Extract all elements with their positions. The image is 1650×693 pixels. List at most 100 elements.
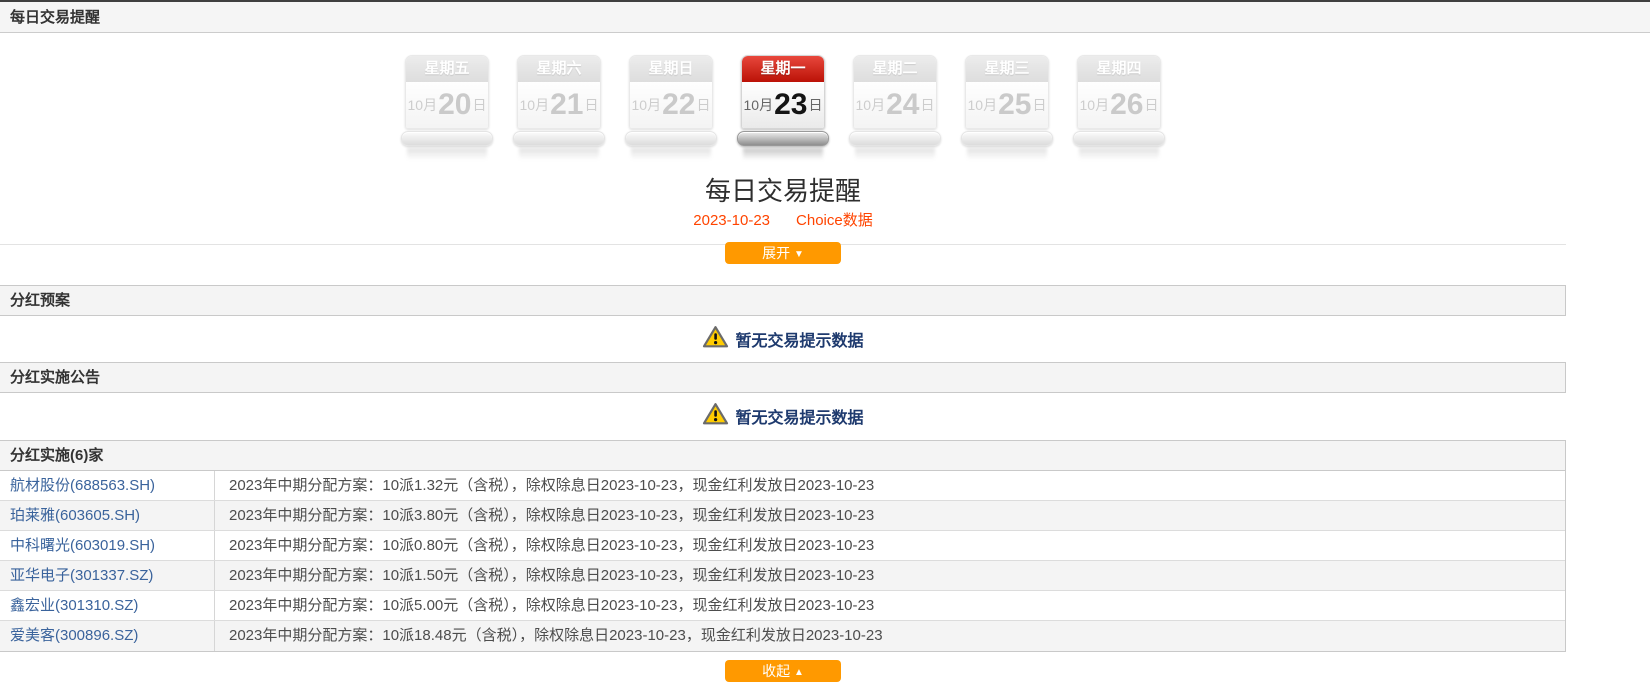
table-row: 航材股份(688563.SH) 2023年中期分配方案：10派1.32元（含税）… bbox=[0, 471, 1565, 501]
summary-subtitle: 2023-10-23 Choice数据 bbox=[0, 210, 1566, 232]
calendar-date: 10月 23 日 bbox=[742, 82, 824, 128]
page-title: 每日交易提醒 bbox=[0, 0, 1650, 33]
expand-button[interactable]: 展开 ▼ bbox=[725, 242, 841, 264]
stock-link[interactable]: 珀莱雅(603605.SH) bbox=[10, 507, 140, 524]
calendar-sheet: 星期六 10月 21 日 bbox=[517, 55, 601, 129]
dividend-table: 分红实施(6)家 航材股份(688563.SH) 2023年中期分配方案：10派… bbox=[0, 440, 1566, 652]
calendar-weekday: 星期五 bbox=[406, 56, 488, 82]
calendar-card-reflection bbox=[967, 148, 1047, 160]
calendar-day-suffix: 日 bbox=[920, 97, 935, 113]
calendar-weekday: 星期日 bbox=[630, 56, 712, 82]
expand-button-label: 展开 bbox=[762, 245, 791, 261]
calendar-sheet: 星期五 10月 20 日 bbox=[405, 55, 489, 129]
calendar-day-suffix: 日 bbox=[584, 97, 599, 113]
calendar-day-card[interactable]: 星期五 10月 20 日 bbox=[401, 55, 493, 160]
calendar-weekday: 星期二 bbox=[854, 56, 936, 82]
calendar-day-number: 25 bbox=[998, 88, 1032, 121]
section-dividend-announcement: 分红实施公告 bbox=[0, 362, 1566, 393]
summary-source: Choice数据 bbox=[796, 212, 873, 229]
calendar-day-suffix: 日 bbox=[1144, 97, 1159, 113]
stock-link[interactable]: 鑫宏业(301310.SZ) bbox=[10, 597, 138, 614]
calendar-sheet: 星期日 10月 22 日 bbox=[629, 55, 713, 129]
calendar-date: 10月 21 日 bbox=[518, 82, 600, 128]
collapse-button[interactable]: 收起 ▲ bbox=[725, 660, 841, 682]
calendar-day-number: 23 bbox=[774, 88, 808, 121]
calendar-month: 10月 bbox=[1079, 97, 1110, 113]
calendar-card-base bbox=[849, 131, 941, 146]
warning-icon bbox=[702, 325, 729, 354]
calendar-day-card-active[interactable]: 星期一 10月 23 日 bbox=[737, 55, 829, 160]
empty-notice-text: 暂无交易提示数据 bbox=[735, 333, 864, 350]
calendar-day-card[interactable]: 星期三 10月 25 日 bbox=[961, 55, 1053, 160]
calendar-date: 10月 22 日 bbox=[630, 82, 712, 128]
empty-notice: 暂无交易提示数据 bbox=[0, 402, 1566, 431]
stock-link[interactable]: 爱美客(300896.SZ) bbox=[10, 627, 138, 644]
calendar-card-reflection bbox=[631, 148, 711, 160]
calendar-weekday: 星期六 bbox=[518, 56, 600, 82]
stock-cell: 珀莱雅(603605.SH) bbox=[0, 501, 215, 530]
table-row: 中科曙光(603019.SH) 2023年中期分配方案：10派0.80元（含税）… bbox=[0, 531, 1565, 561]
summary-title: 每日交易提醒 bbox=[704, 176, 861, 206]
collapse-button-label: 收起 bbox=[762, 663, 791, 679]
dividend-detail: 2023年中期分配方案：10派1.32元（含税），除权除息日2023-10-23… bbox=[229, 477, 875, 494]
calendar-date: 10月 20 日 bbox=[406, 82, 488, 128]
dividend-detail: 2023年中期分配方案：10派0.80元（含税），除权除息日2023-10-23… bbox=[229, 537, 875, 554]
calendar-card-base bbox=[625, 131, 717, 146]
empty-notice: 暂无交易提示数据 bbox=[0, 325, 1566, 354]
warning-icon bbox=[702, 402, 729, 431]
calendar-date: 10月 24 日 bbox=[854, 82, 936, 128]
calendar-card-reflection bbox=[1079, 148, 1159, 160]
calendar-sheet: 星期一 10月 23 日 bbox=[741, 55, 825, 129]
calendar-sheet: 星期三 10月 25 日 bbox=[965, 55, 1049, 129]
calendar-date: 10月 26 日 bbox=[1078, 82, 1160, 128]
dividend-detail: 2023年中期分配方案：10派5.00元（含税），除权除息日2023-10-23… bbox=[229, 597, 875, 614]
calendar-card-base bbox=[401, 131, 493, 146]
table-row: 亚华电子(301337.SZ) 2023年中期分配方案：10派1.50元（含税）… bbox=[0, 561, 1565, 591]
summary-date: 2023-10-23 bbox=[693, 212, 771, 229]
calendar-day-card[interactable]: 星期二 10月 24 日 bbox=[849, 55, 941, 160]
calendar-sheet: 星期四 10月 26 日 bbox=[1077, 55, 1161, 129]
calendar-weekday: 星期一 bbox=[742, 56, 824, 82]
chevron-down-icon: ▼ bbox=[793, 249, 804, 260]
calendar-card-base bbox=[1073, 131, 1165, 146]
table-row: 珀莱雅(603605.SH) 2023年中期分配方案：10派3.80元（含税），… bbox=[0, 501, 1565, 531]
calendar-month: 10月 bbox=[855, 97, 886, 113]
stock-cell: 中科曙光(603019.SH) bbox=[0, 531, 215, 560]
calendar-month: 10月 bbox=[967, 97, 998, 113]
stock-cell: 鑫宏业(301310.SZ) bbox=[0, 591, 215, 620]
calendar-day-number: 20 bbox=[438, 88, 472, 121]
stock-cell: 亚华电子(301337.SZ) bbox=[0, 561, 215, 590]
calendar-sheet: 星期二 10月 24 日 bbox=[853, 55, 937, 129]
collapse-area: 收起 ▲ bbox=[0, 660, 1566, 684]
calendar-card-base bbox=[513, 131, 605, 146]
calendar-day-card[interactable]: 星期日 10月 22 日 bbox=[625, 55, 717, 160]
calendar-month: 10月 bbox=[743, 97, 774, 113]
calendar-month: 10月 bbox=[519, 97, 550, 113]
expand-divider: 展开 ▼ bbox=[0, 242, 1566, 274]
stock-link[interactable]: 中科曙光(603019.SH) bbox=[10, 537, 155, 554]
chevron-up-icon: ▲ bbox=[793, 667, 804, 678]
calendar-card-reflection bbox=[407, 148, 487, 160]
dividend-detail: 2023年中期分配方案：10派18.48元（含税），除权除息日2023-10-2… bbox=[229, 627, 883, 644]
stock-link[interactable]: 亚华电子(301337.SZ) bbox=[10, 567, 153, 584]
main-content: 星期五 10月 20 日 星期六 10月 21 日 星期日 10月 22 日 星… bbox=[0, 55, 1566, 684]
calendar-strip: 星期五 10月 20 日 星期六 10月 21 日 星期日 10月 22 日 星… bbox=[0, 55, 1566, 160]
calendar-day-card[interactable]: 星期六 10月 21 日 bbox=[513, 55, 605, 160]
calendar-day-suffix: 日 bbox=[808, 97, 823, 113]
calendar-day-suffix: 日 bbox=[472, 97, 487, 113]
calendar-day-number: 26 bbox=[1110, 88, 1144, 121]
dividend-detail: 2023年中期分配方案：10派1.50元（含税），除权除息日2023-10-23… bbox=[229, 567, 875, 584]
dividend-detail: 2023年中期分配方案：10派3.80元（含税），除权除息日2023-10-23… bbox=[229, 507, 875, 524]
calendar-day-number: 24 bbox=[886, 88, 920, 121]
calendar-day-card[interactable]: 星期四 10月 26 日 bbox=[1073, 55, 1165, 160]
section-dividend-implementation: 分红实施(6)家 bbox=[0, 440, 1565, 471]
stock-link[interactable]: 航材股份(688563.SH) bbox=[10, 477, 155, 494]
calendar-card-reflection bbox=[743, 148, 823, 160]
calendar-card-reflection bbox=[855, 148, 935, 160]
stock-cell: 爱美客(300896.SZ) bbox=[0, 621, 215, 651]
calendar-day-suffix: 日 bbox=[696, 97, 711, 113]
calendar-day-number: 22 bbox=[662, 88, 696, 121]
calendar-weekday: 星期三 bbox=[966, 56, 1048, 82]
calendar-card-reflection bbox=[519, 148, 599, 160]
table-row: 爱美客(300896.SZ) 2023年中期分配方案：10派18.48元（含税）… bbox=[0, 621, 1565, 651]
